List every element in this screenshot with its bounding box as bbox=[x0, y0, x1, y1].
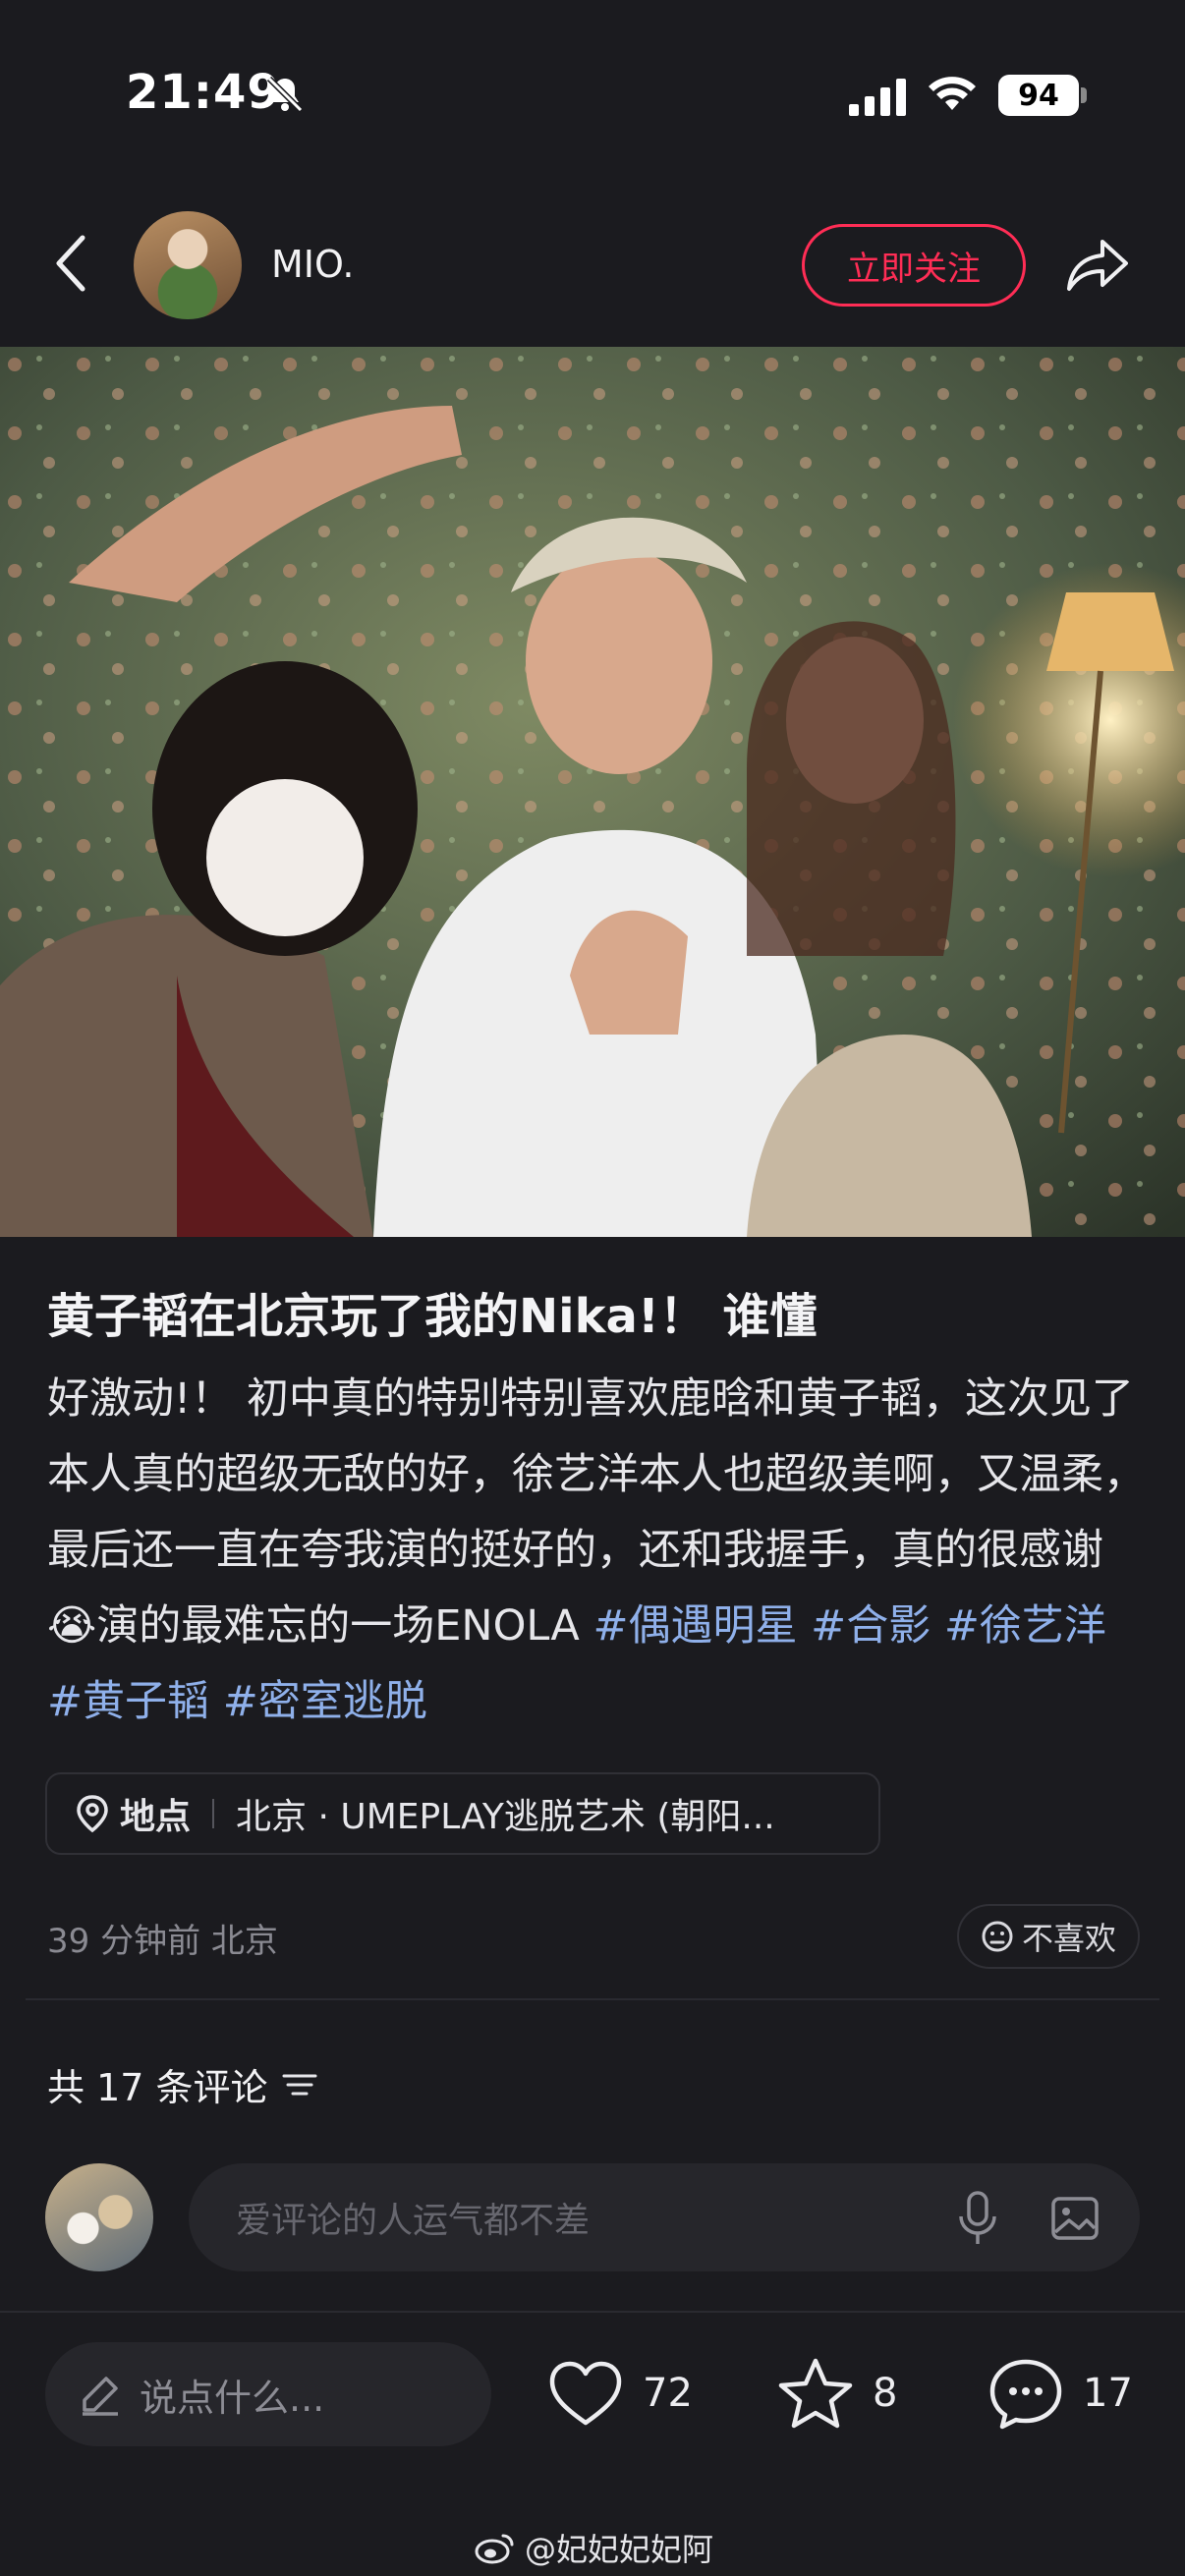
post-title: 黄子韬在北京玩了我的Nika!！ 谁懂 bbox=[47, 1289, 818, 1344]
post-photo[interactable] bbox=[0, 347, 1185, 1237]
crying-emoji: 😭 bbox=[47, 1601, 97, 1651]
location-divider bbox=[212, 1799, 215, 1828]
like-button[interactable]: 72 bbox=[546, 2354, 693, 2433]
comment-count: 17 bbox=[1083, 2371, 1133, 2416]
hashtag[interactable]: #黄子韬 bbox=[47, 1677, 209, 1726]
heart-icon bbox=[549, 2361, 622, 2426]
share-icon[interactable] bbox=[1063, 228, 1134, 299]
favorite-button[interactable]: 8 bbox=[776, 2354, 897, 2433]
post-text-a: 好激动!！ 初中真的特别特别喜欢鹿晗和黄子韬，这次见了本人真的超级无敌的好，徐艺… bbox=[47, 1374, 1146, 1575]
hashtag[interactable]: #密室逃脱 bbox=[223, 1677, 427, 1726]
comment-input-placeholder: 爱评论的人运气都不差 bbox=[236, 2201, 591, 2241]
post-content: 好激动!！ 初中真的特别特别喜欢鹿晗和黄子韬，这次见了本人真的超级无敌的好，徐艺… bbox=[47, 1362, 1148, 1740]
section-divider bbox=[26, 1998, 1159, 2000]
battery-tip bbox=[1081, 87, 1087, 103]
comment-count-row[interactable]: 共 17 条评论 bbox=[47, 2057, 317, 2111]
post-text-b: 演的最难忘的一场ENOLA bbox=[96, 1601, 593, 1651]
say-placeholder: 说点什么... bbox=[140, 2376, 325, 2420]
like-count: 72 bbox=[643, 2371, 693, 2416]
hashtag[interactable]: #合影 bbox=[811, 1601, 931, 1651]
comment-bubble-icon bbox=[989, 2359, 1062, 2430]
status-time: 21:49 bbox=[126, 65, 281, 120]
mic-icon[interactable] bbox=[955, 2189, 1000, 2248]
hashtag[interactable]: #偶遇明星 bbox=[592, 1601, 797, 1651]
watermark-text: @妃妃妃妃阿 bbox=[525, 2531, 714, 2568]
location-pill[interactable]: 地点 北京 · UMEPLAY逃脱艺术 (朝阳... bbox=[45, 1772, 880, 1855]
post-time: 39 分钟前 北京 bbox=[47, 1922, 278, 1961]
watermark: @妃妃妃妃阿 bbox=[474, 2525, 713, 2570]
back-chevron-icon[interactable] bbox=[49, 232, 92, 295]
location-label: 地点 bbox=[120, 1797, 192, 1837]
star-icon bbox=[778, 2358, 853, 2429]
hashtag[interactable]: #徐艺洋 bbox=[944, 1601, 1106, 1651]
dislike-button[interactable]: 不喜欢 bbox=[957, 1904, 1140, 1969]
image-icon[interactable] bbox=[1049, 2193, 1100, 2244]
sort-lines-icon[interactable] bbox=[282, 2070, 317, 2100]
location-value: 北京 · UMEPLAY逃脱艺术 (朝阳... bbox=[236, 1797, 775, 1837]
neutral-face-icon bbox=[982, 1921, 1013, 1952]
pencil-icon bbox=[83, 2377, 118, 2416]
location-pin-icon bbox=[77, 1795, 108, 1833]
dislike-label: 不喜欢 bbox=[1021, 1920, 1116, 1957]
bell-off-icon bbox=[266, 76, 304, 113]
signal-icon bbox=[849, 79, 906, 116]
favorite-count: 8 bbox=[873, 2371, 898, 2416]
say-something-input[interactable]: 说点什么... bbox=[45, 2342, 491, 2446]
battery-indicator: 94 bbox=[998, 75, 1079, 116]
follow-button[interactable]: 立即关注 bbox=[802, 224, 1026, 307]
wifi-icon bbox=[929, 77, 976, 110]
bottom-divider bbox=[0, 2311, 1185, 2313]
comment-button[interactable]: 17 bbox=[987, 2354, 1133, 2433]
author-name[interactable]: MIO. bbox=[271, 243, 354, 286]
author-avatar[interactable] bbox=[134, 211, 242, 319]
comment-count-label: 共 17 条评论 bbox=[47, 2066, 268, 2109]
weibo-logo-icon bbox=[475, 2534, 514, 2564]
my-avatar bbox=[45, 2163, 153, 2271]
